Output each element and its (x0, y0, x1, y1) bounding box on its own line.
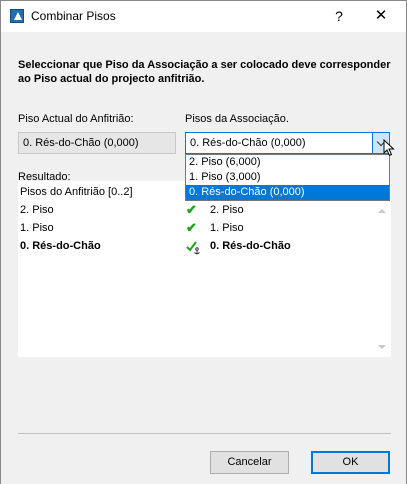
dialog-footer: Cancelar OK (1, 439, 406, 484)
assoc-floor-dropdown-list: 2. Piso (6,000) 1. Piso (3,000) 0. Rés-d… (185, 154, 390, 201)
result-scrollbar[interactable] (374, 203, 391, 357)
check-anchor-icon (186, 239, 200, 255)
host-floor-field: 0. Rés-do-Chão (0,000) (18, 132, 176, 154)
close-button[interactable]: ✕ (369, 5, 393, 27)
result-host-floor: 1. Piso (20, 222, 54, 234)
assoc-floor-select[interactable]: 0. Rés-do-Chão (0,000) (185, 132, 390, 154)
host-floor-label: Piso Actual do Anfitrião: (18, 113, 134, 125)
result-row[interactable]: 1. Piso ✔ 1. Piso (18, 220, 391, 238)
result-list[interactable]: Pisos do Anfitrião [0..2] 2. Piso ✔ 2. P… (18, 181, 391, 357)
result-host-floor: 0. Rés-do-Chão (20, 240, 101, 252)
check-icon: ✔ (186, 202, 197, 217)
ok-button[interactable]: OK (311, 451, 390, 474)
dropdown-option-res-do-chao[interactable]: 0. Rés-do-Chão (0,000) (186, 185, 389, 200)
scroll-up-icon[interactable] (378, 209, 386, 213)
result-assoc-floor: 2. Piso (210, 204, 244, 216)
result-host-floor: 2. Piso (20, 204, 54, 216)
help-button[interactable]: ? (327, 5, 351, 27)
result-host-header: Pisos do Anfitrião [0..2] (20, 186, 133, 198)
result-row[interactable]: 2. Piso ✔ 2. Piso (18, 202, 391, 220)
window-title: Combinar Pisos (31, 9, 116, 23)
result-assoc-floor: 1. Piso (210, 222, 244, 234)
title-bar: Combinar Pisos ? ✕ (1, 1, 406, 32)
scroll-down-icon[interactable] (378, 345, 386, 349)
cancel-button[interactable]: Cancelar (210, 451, 289, 474)
result-row[interactable]: 0. Rés-do-Chão 0. Rés-do-Chão (18, 238, 391, 256)
instruction-text: Seleccionar que Piso da Associação a ser… (18, 59, 391, 85)
combinar-pisos-dialog: Combinar Pisos ? ✕ Seleccionar que Piso … (0, 0, 407, 484)
dropdown-option-1-piso[interactable]: 1. Piso (3,000) (186, 170, 389, 185)
dropdown-option-2-piso[interactable]: 2. Piso (6,000) (186, 155, 389, 170)
assoc-floor-select-value: 0. Rés-do-Chão (0,000) (190, 137, 306, 149)
result-assoc-floor: 0. Rés-do-Chão (210, 240, 291, 252)
check-icon: ✔ (186, 220, 197, 235)
divider (18, 433, 391, 434)
archicad-app-icon (10, 9, 24, 23)
assoc-floor-label: Pisos da Associação. (185, 113, 289, 125)
